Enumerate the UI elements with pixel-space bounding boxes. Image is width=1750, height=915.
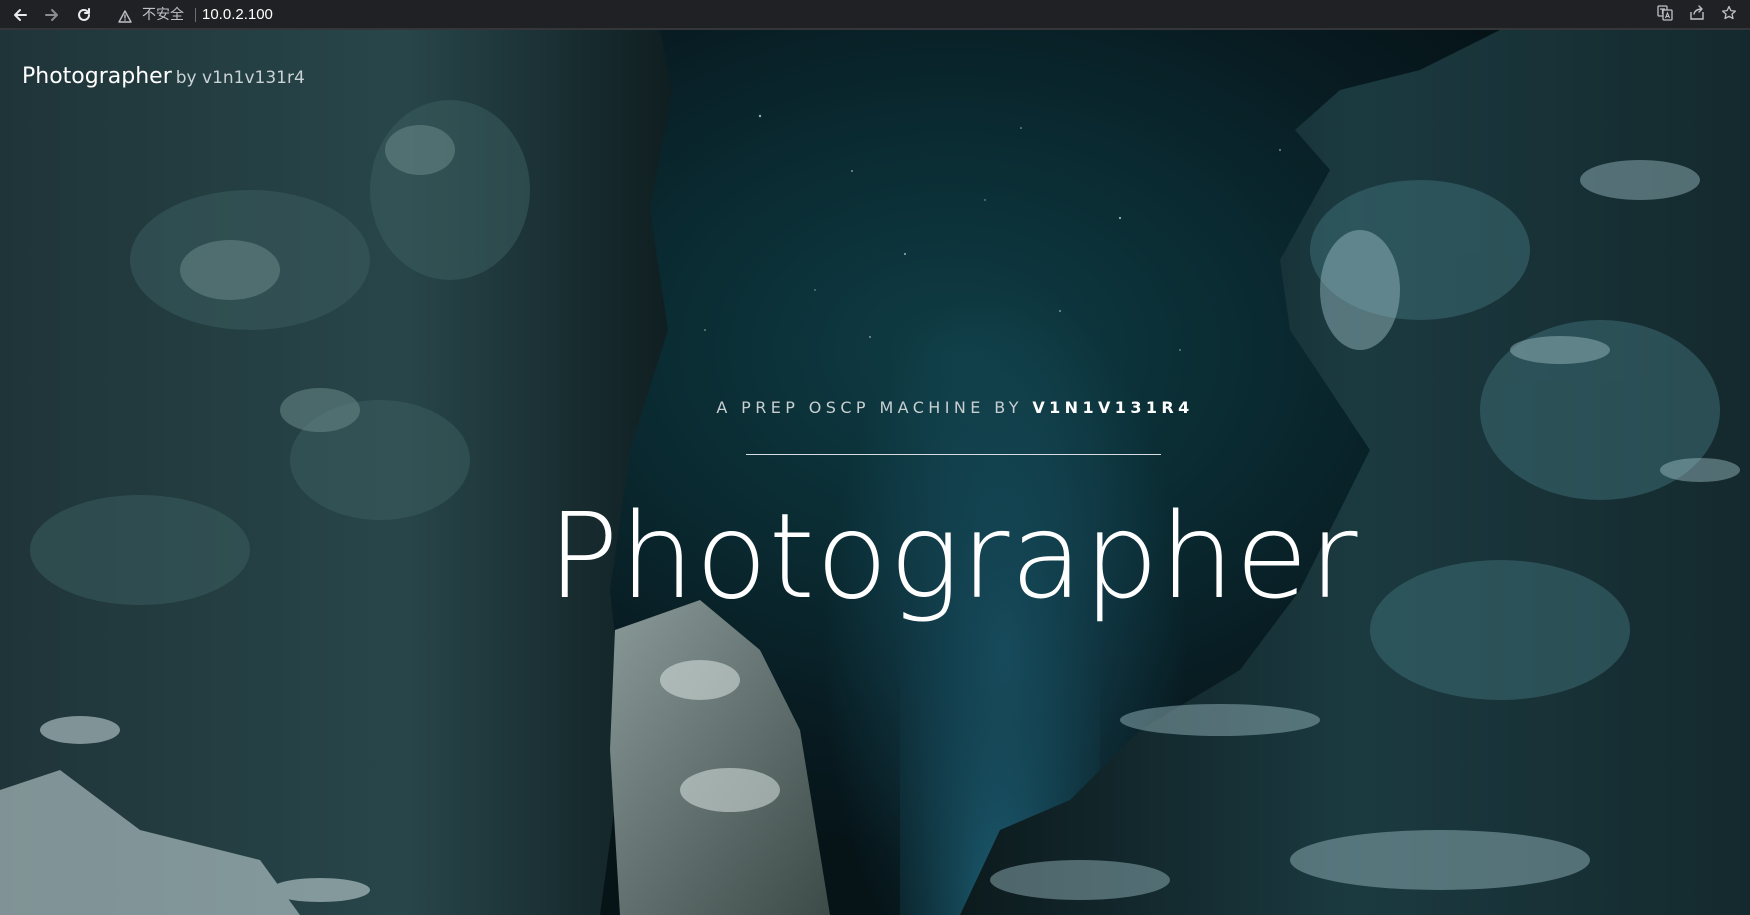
- translate-button[interactable]: [1654, 4, 1676, 26]
- security-label[interactable]: 不安全: [142, 6, 184, 24]
- hero-divider: [746, 454, 1161, 455]
- arrow-left-icon: [12, 7, 28, 23]
- hero-title: Photographer: [547, 487, 1359, 625]
- bookmark-button[interactable]: [1718, 4, 1740, 26]
- hero-section: Photographer by v1n1v131r4 A PREP OSCP MA…: [0, 30, 1750, 915]
- arrow-right-icon: [44, 7, 60, 23]
- warning-triangle-icon[interactable]: [118, 8, 132, 27]
- share-button[interactable]: [1686, 4, 1708, 26]
- forward-button[interactable]: [40, 3, 64, 27]
- reload-button[interactable]: [72, 3, 96, 27]
- star-icon: [1721, 5, 1737, 25]
- address-divider: [195, 8, 196, 22]
- share-icon: [1689, 5, 1705, 25]
- browser-toolbar: 不安全 10.0.2.100: [0, 0, 1750, 30]
- hero-content: A PREP OSCP MACHINE BY V1N1V131R4 Photog…: [0, 30, 1750, 915]
- browser-window: 不安全 10.0.2.100 Photographer by v1n1v131r…: [0, 0, 1750, 915]
- address-bar[interactable]: 不安全 10.0.2.100: [110, 2, 1640, 28]
- translate-icon: [1657, 5, 1673, 25]
- url-text[interactable]: 10.0.2.100: [202, 5, 273, 25]
- hero-subtitle: A PREP OSCP MACHINE BY V1N1V131R4: [0, 398, 1750, 417]
- hero-subtitle-text: A PREP OSCP MACHINE BY: [716, 398, 1033, 417]
- reload-icon: [76, 7, 92, 23]
- hero-subtitle-author: V1N1V131R4: [1032, 398, 1194, 417]
- back-button[interactable]: [8, 3, 32, 27]
